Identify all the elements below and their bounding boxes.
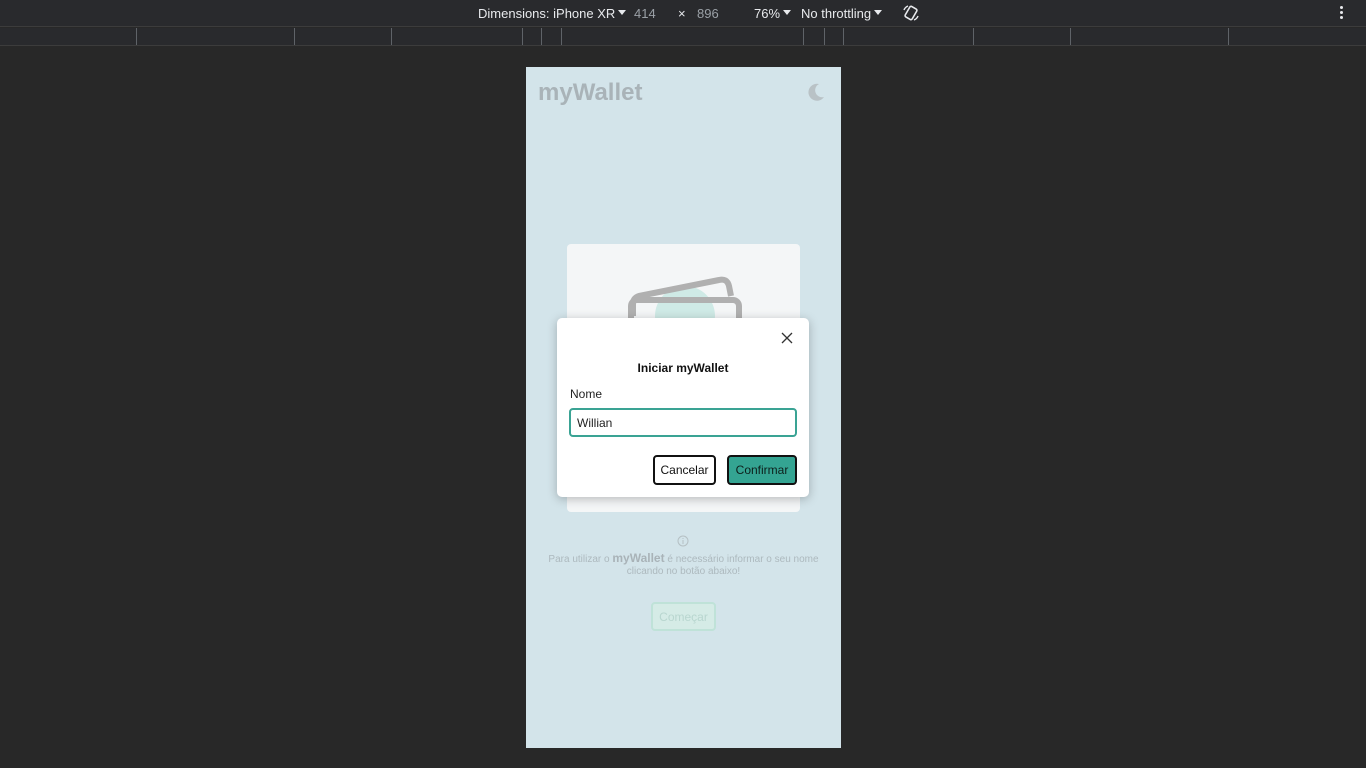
width-input[interactable]: 414 — [634, 6, 656, 21]
name-label: Nome — [570, 387, 603, 401]
wallet-icon — [628, 276, 742, 324]
info-prefix: Para utilizar o — [548, 554, 610, 565]
chevron-down-icon — [618, 10, 627, 16]
info-brand: myWallet — [612, 551, 665, 565]
device-select[interactable]: Dimensions: iPhone XR — [478, 6, 627, 21]
throttling-select[interactable]: No throttling — [801, 6, 883, 21]
info-message: Para utilizar o myWallet é necessário in… — [538, 552, 829, 578]
throttling-label: No throttling — [801, 6, 872, 21]
chevron-down-icon — [783, 10, 792, 16]
info-icon — [677, 535, 689, 547]
zoom-select[interactable]: 76% — [754, 6, 792, 21]
cancel-button[interactable]: Cancelar — [653, 455, 716, 485]
rotate-icon[interactable] — [902, 4, 920, 22]
height-input[interactable]: 896 — [697, 6, 719, 21]
device-label: Dimensions: iPhone XR — [478, 6, 616, 21]
times-icon: × — [678, 6, 686, 21]
name-input[interactable] — [569, 408, 797, 437]
media-query-ruler[interactable] — [0, 28, 1366, 46]
more-options-icon[interactable] — [1340, 6, 1344, 20]
moon-icon[interactable] — [805, 81, 827, 103]
chevron-down-icon — [874, 10, 883, 16]
start-dialog: Iniciar myWallet Nome Cancelar Confirmar — [557, 318, 809, 497]
confirm-button[interactable]: Confirmar — [727, 455, 797, 485]
start-button[interactable]: Começar — [651, 602, 716, 631]
close-icon[interactable] — [780, 331, 794, 345]
app-brand: myWallet — [538, 79, 643, 106]
dialog-title: Iniciar myWallet — [637, 361, 729, 375]
devtools-device-toolbar: Dimensions: iPhone XR 414 × 896 76% No t… — [0, 0, 1366, 27]
zoom-label: 76% — [754, 6, 781, 21]
